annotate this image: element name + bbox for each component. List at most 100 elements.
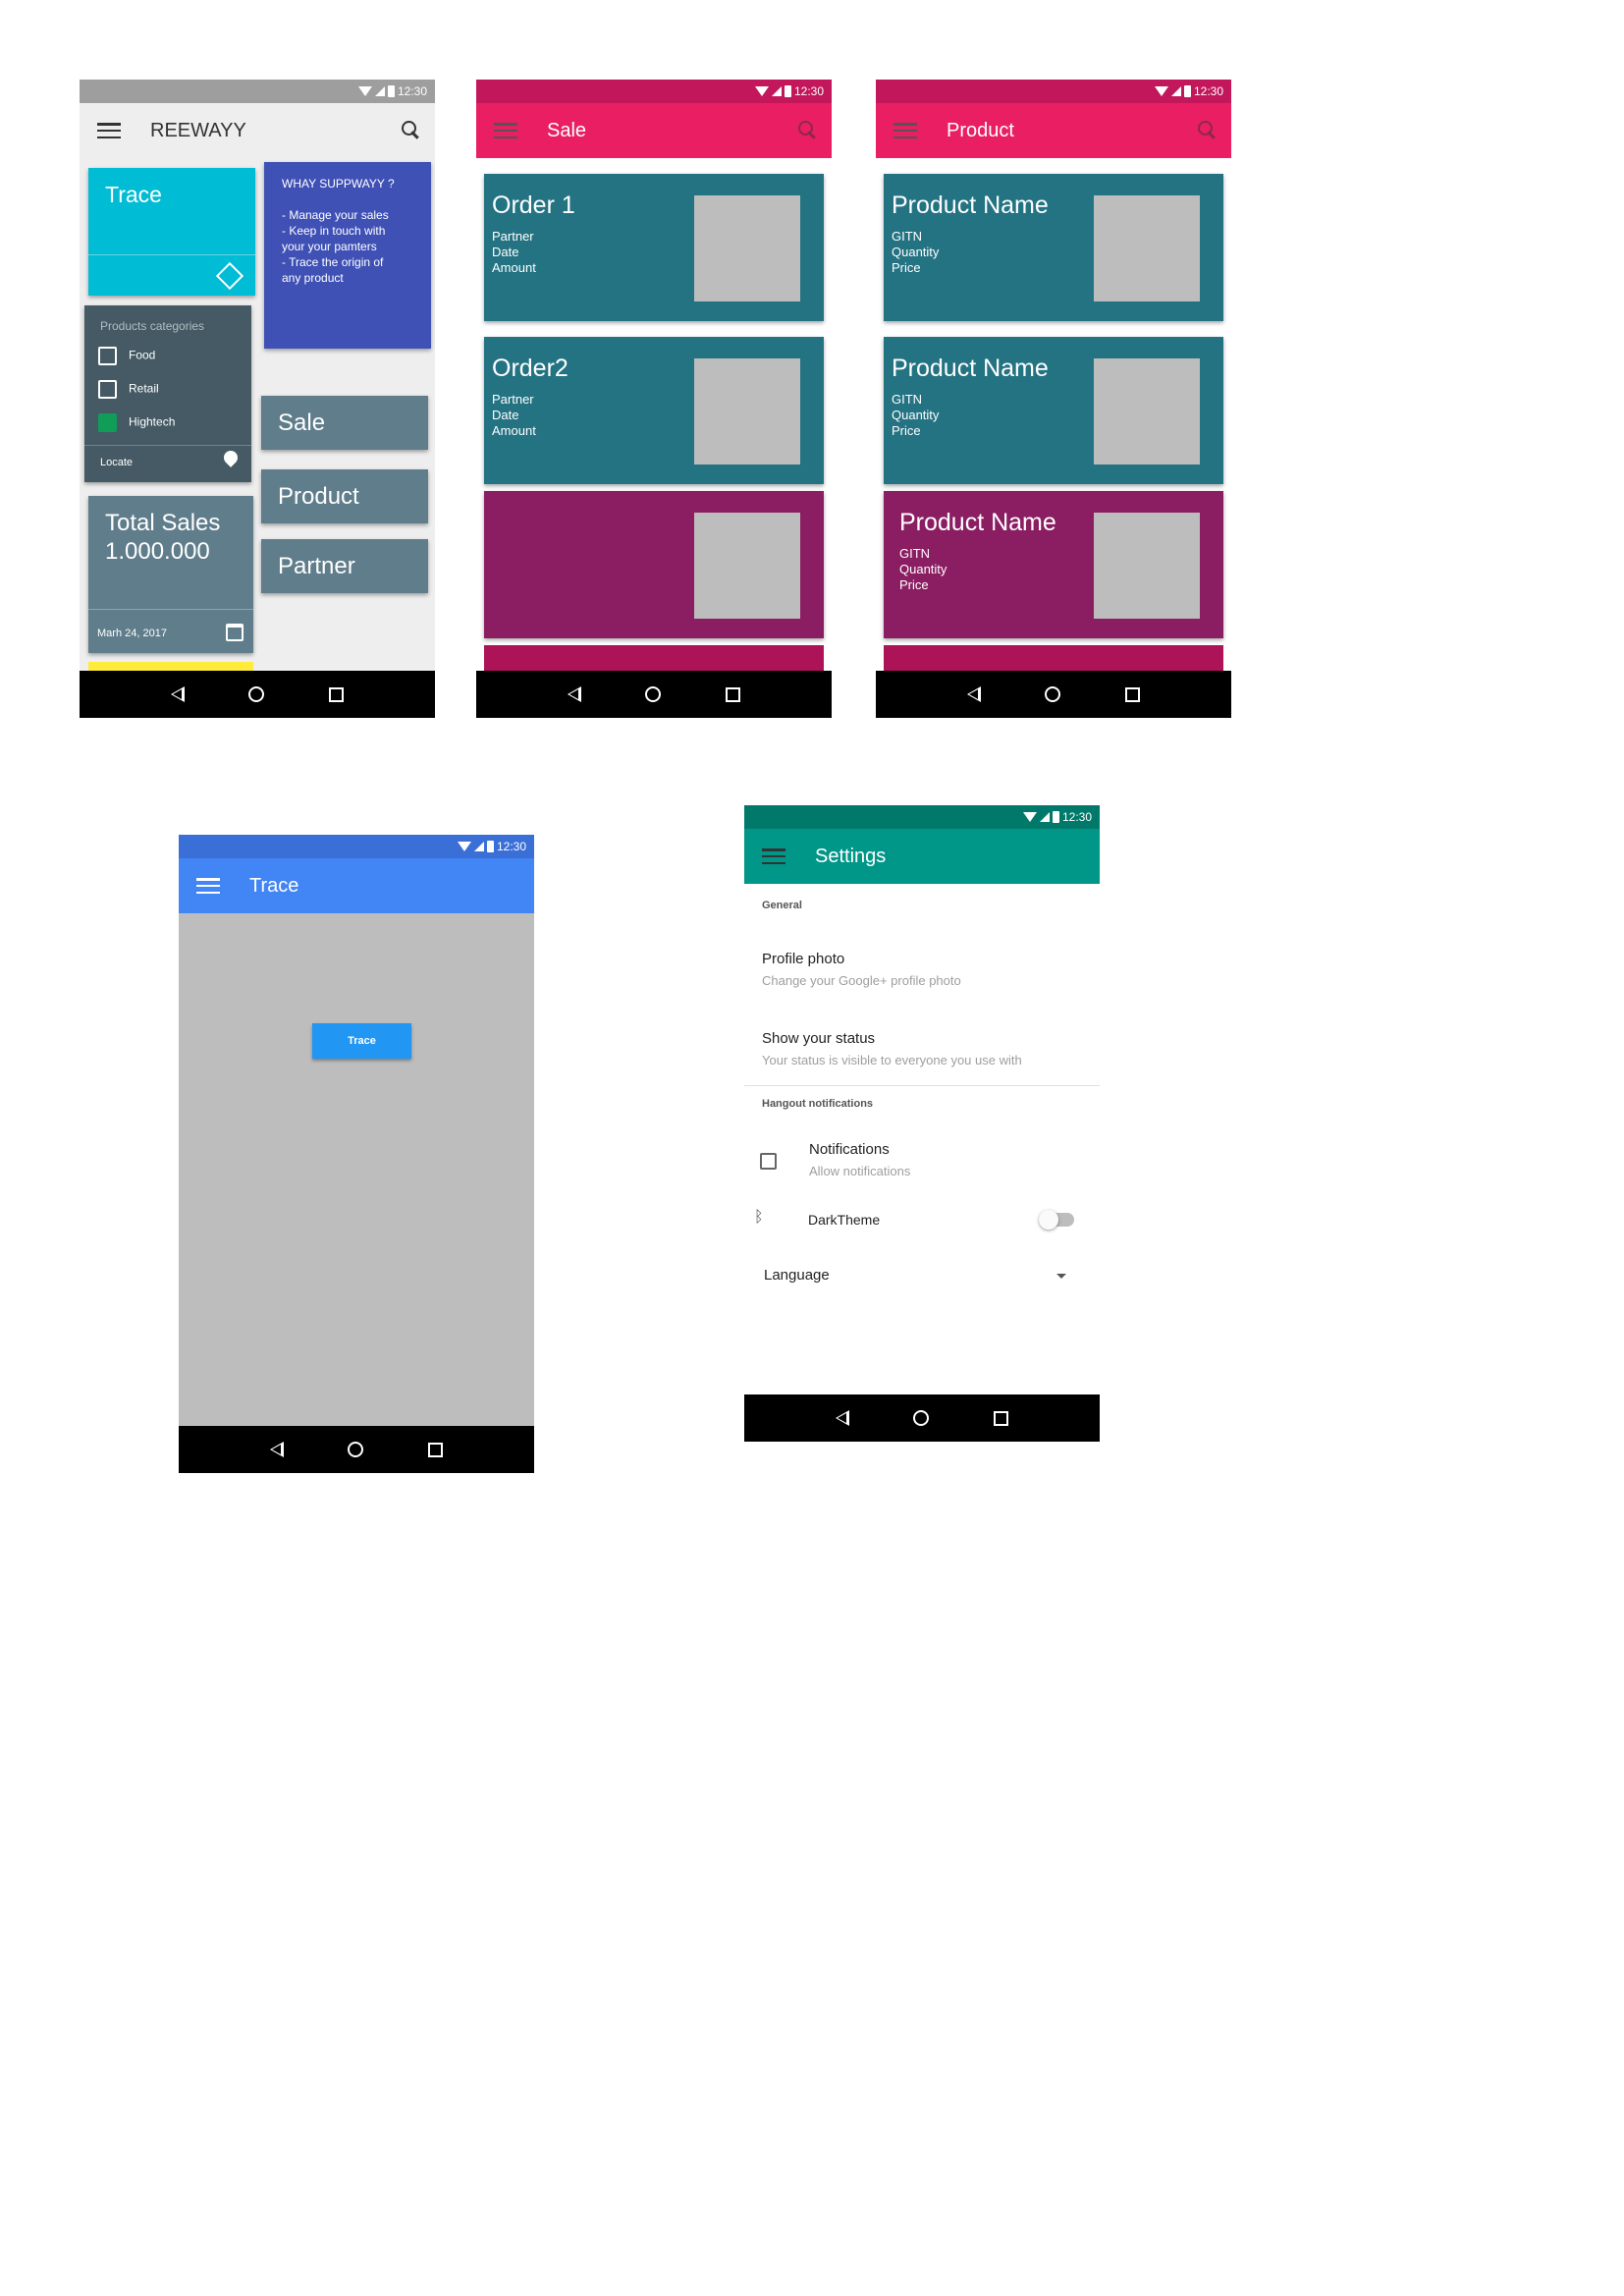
divider — [744, 1085, 1100, 1086]
trace-tile-label: Trace — [105, 182, 162, 207]
home-icon[interactable] — [1045, 686, 1061, 702]
search-icon[interactable] — [1198, 121, 1218, 140]
product-thumbnail — [1094, 195, 1200, 301]
checkbox-icon[interactable] — [98, 380, 117, 399]
product-details: GITN Quantity Price — [892, 392, 940, 438]
notifications-checkbox[interactable] — [760, 1153, 777, 1170]
notifications-sub: Allow notifications — [809, 1164, 911, 1178]
wifi-icon — [1154, 86, 1168, 96]
show-status-label: Show your status — [762, 1030, 876, 1047]
product-card[interactable]: Product Name GITN Quantity Price — [884, 491, 1223, 638]
signal-icon — [1170, 86, 1181, 96]
search-icon[interactable] — [798, 121, 818, 140]
profile-photo-sub: Change your Google+ profile photo — [762, 973, 961, 988]
categories-card: Products categories Food Retail Hightech… — [84, 305, 251, 482]
signal-icon — [771, 86, 782, 96]
dark-theme-toggle[interactable] — [1039, 1210, 1074, 1230]
status-time: 12:30 — [793, 84, 824, 98]
total-sales-label: Total Sales — [105, 510, 221, 536]
product-card[interactable]: Product Name GITN Quantity Price — [884, 174, 1223, 321]
home-icon[interactable] — [348, 1442, 364, 1457]
app-title: Sale — [547, 119, 587, 141]
status-time: 12:30 — [496, 840, 526, 853]
battery-icon — [1183, 85, 1191, 97]
dropdown-arrow-icon — [1056, 1274, 1066, 1279]
signal-icon — [374, 86, 385, 96]
category-food[interactable]: Food — [98, 347, 155, 365]
directions-icon — [215, 261, 244, 291]
locate-label: Locate — [100, 457, 134, 468]
app-bar: Product — [876, 103, 1231, 158]
order-thumbnail — [694, 358, 800, 465]
settings-screen: 12:30 Settings General Profile photo Cha… — [744, 805, 1100, 1444]
checkbox-icon[interactable] — [98, 347, 117, 365]
app-bar: Settings — [744, 829, 1100, 884]
recents-icon[interactable] — [428, 1442, 444, 1457]
notifications-row[interactable]: Notifications Allow notifications — [809, 1141, 910, 1178]
status-time: 12:30 — [1061, 810, 1092, 824]
location-pin-icon[interactable] — [221, 448, 241, 467]
product-thumbnail — [1094, 513, 1200, 619]
bluetooth-icon: ᛒ — [754, 1207, 764, 1226]
partner-button-label: Partner — [278, 553, 355, 579]
menu-icon[interactable] — [893, 123, 917, 138]
menu-icon[interactable] — [97, 123, 121, 138]
battery-icon — [1052, 811, 1059, 823]
app-bar: REEWAYY — [80, 103, 435, 158]
category-hightech[interactable]: Hightech — [98, 413, 175, 432]
sale-button[interactable]: Sale — [261, 396, 428, 450]
why-line: any product — [282, 271, 344, 285]
why-line: - Keep in touch with — [282, 224, 386, 238]
order-card[interactable]: Order2 Partner Date Amount — [484, 337, 824, 484]
app-title: Settings — [815, 845, 887, 867]
why-line: your your pamters — [282, 240, 377, 253]
trace-button[interactable]: Trace — [312, 1023, 411, 1059]
recents-icon[interactable] — [329, 686, 345, 702]
categories-header: Products categories — [100, 319, 205, 333]
language-select[interactable]: Language — [764, 1267, 1082, 1290]
status-bar: 12:30 — [476, 80, 832, 103]
checkbox-checked-icon[interactable] — [98, 413, 117, 432]
search-icon[interactable] — [402, 121, 421, 140]
home-icon[interactable] — [248, 686, 265, 702]
recents-icon[interactable] — [1125, 686, 1141, 702]
back-icon[interactable] — [170, 686, 185, 702]
status-time: 12:30 — [1193, 84, 1223, 98]
notifications-label: Notifications — [809, 1141, 890, 1158]
recents-icon[interactable] — [726, 686, 741, 702]
profile-photo-row[interactable]: Profile photo Change your Google+ profil… — [762, 951, 961, 988]
wifi-icon — [457, 842, 471, 851]
nav-bar — [179, 1426, 534, 1473]
menu-icon[interactable] — [196, 878, 220, 894]
menu-icon[interactable] — [494, 123, 517, 138]
category-label: Retail — [129, 381, 159, 396]
product-button[interactable]: Product — [261, 469, 428, 523]
home-icon[interactable] — [645, 686, 662, 702]
app-bar: Trace — [179, 858, 534, 913]
show-status-row[interactable]: Show your status Your status is visible … — [762, 1030, 1022, 1067]
menu-icon[interactable] — [762, 848, 785, 864]
show-status-sub: Your status is visible to everyone you u… — [762, 1053, 1022, 1067]
product-card[interactable]: Product Name GITN Quantity Price — [884, 337, 1223, 484]
order-card[interactable]: Order 1 Partner Date Amount — [484, 174, 824, 321]
wifi-icon — [1022, 812, 1037, 822]
wifi-icon — [357, 86, 372, 96]
recents-icon[interactable] — [994, 1410, 1009, 1426]
app-title: REEWAYY — [150, 119, 246, 141]
back-icon[interactable] — [966, 686, 981, 702]
status-bar: 12:30 — [876, 80, 1231, 103]
back-icon[interactable] — [269, 1442, 284, 1457]
calendar-icon[interactable] — [226, 624, 244, 641]
partner-button[interactable]: Partner — [261, 539, 428, 593]
nav-bar — [744, 1394, 1100, 1442]
product-button-label: Product — [278, 483, 359, 510]
language-label: Language — [764, 1267, 830, 1284]
home-icon[interactable] — [913, 1410, 930, 1426]
back-icon[interactable] — [567, 686, 581, 702]
back-icon[interactable] — [835, 1410, 849, 1426]
why-heading: WHAY SUPPWAYY ? — [282, 177, 395, 191]
why-tile: WHAY SUPPWAYY ? - Manage your sales - Ke… — [264, 162, 431, 349]
category-retail[interactable]: Retail — [98, 380, 159, 399]
order-card[interactable] — [484, 491, 824, 638]
trace-tile[interactable]: Trace — [88, 168, 255, 296]
